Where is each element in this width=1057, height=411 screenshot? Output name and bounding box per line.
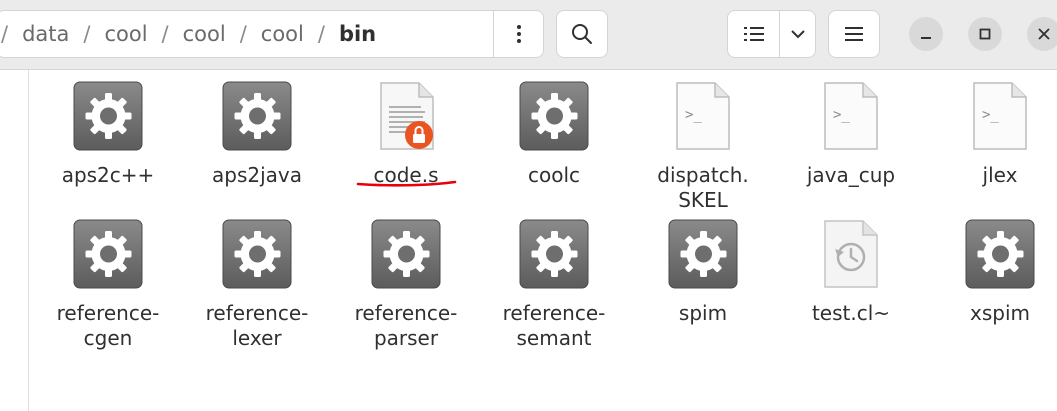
annotation-underline (356, 180, 457, 187)
file-item-java-cup[interactable]: java_cup (781, 81, 921, 188)
file-label: test.cl~ (811, 301, 891, 325)
main-menu-button[interactable] (828, 10, 880, 58)
gear-executable-icon (519, 81, 589, 151)
close-icon (1038, 28, 1050, 40)
file-item-reference-lexer[interactable]: reference- lexer (187, 219, 327, 351)
file-item-reference-semant[interactable]: reference- semant (484, 219, 624, 351)
gear-executable-icon (222, 219, 292, 289)
gear-executable-icon (73, 81, 143, 151)
gear-executable-icon (222, 81, 292, 151)
header-bar: / data / cool / cool / cool / bin (0, 0, 1057, 70)
backup-file-icon (816, 219, 886, 289)
file-item-spim[interactable]: spim (633, 219, 773, 326)
file-label: aps2c++ (61, 163, 155, 187)
file-item-xspim[interactable]: xspim (930, 219, 1057, 326)
file-item-aps2java[interactable]: aps2java (187, 81, 327, 188)
file-item-test-cl-backup[interactable]: test.cl~ (781, 219, 921, 326)
file-label: xspim (970, 301, 1030, 325)
vertical-dots-icon (516, 25, 521, 43)
maximize-button[interactable] (968, 17, 1002, 51)
file-label: dispatch. SKEL (657, 163, 749, 212)
search-button[interactable] (556, 10, 608, 58)
file-label: reference- parser (354, 301, 458, 350)
breadcrumb-cool-1[interactable]: cool (104, 22, 147, 46)
gear-executable-icon (965, 219, 1035, 289)
close-button[interactable] (1027, 17, 1057, 51)
path-separator: / (317, 22, 325, 46)
gear-executable-icon (371, 219, 441, 289)
search-icon (572, 24, 592, 44)
script-file-icon (668, 81, 738, 151)
script-file-icon (965, 81, 1035, 151)
path-options-button[interactable] (493, 11, 543, 57)
file-label: reference- cgen (56, 301, 160, 350)
path-separator: / (161, 22, 169, 46)
gear-executable-icon (668, 219, 738, 289)
maximize-icon (979, 28, 991, 40)
gear-executable-icon (519, 219, 589, 289)
file-label: aps2java (212, 163, 302, 187)
file-item-dispatch-skel[interactable]: dispatch. SKEL (633, 81, 773, 213)
breadcrumb-cool-3[interactable]: cool (261, 22, 304, 46)
file-item-jlex[interactable]: jlex (930, 81, 1057, 188)
file-label: coolc (527, 163, 581, 187)
script-file-icon (816, 81, 886, 151)
file-item-code-s[interactable]: code.s (336, 81, 476, 188)
file-item-aps2cpp[interactable]: aps2c++ (38, 81, 178, 188)
chevron-down-icon (790, 29, 805, 38)
path-separator: / (1, 22, 9, 46)
minimize-button[interactable] (909, 17, 943, 51)
path-separator: / (83, 22, 91, 46)
list-view-icon (743, 27, 764, 41)
file-label: java_cup (806, 163, 896, 187)
file-label: reference- lexer (205, 301, 309, 350)
file-label: reference- semant (502, 301, 606, 350)
minimize-icon (921, 37, 931, 39)
breadcrumb-cool-2[interactable]: cool (183, 22, 226, 46)
file-label: spim (678, 301, 728, 325)
hamburger-menu-icon (845, 27, 863, 41)
path-bar: / data / cool / cool / cool / bin (0, 10, 544, 58)
breadcrumb: / data / cool / cool / cool / bin (0, 11, 493, 57)
path-separator: / (239, 22, 247, 46)
file-item-reference-parser[interactable]: reference- parser (336, 219, 476, 351)
locked-text-file-icon (371, 81, 441, 151)
breadcrumb-data[interactable]: data (22, 22, 69, 46)
file-item-reference-cgen[interactable]: reference- cgen (38, 219, 178, 351)
view-options-button[interactable] (779, 11, 815, 57)
file-label: jlex (982, 163, 1018, 187)
view-toggle-group (727, 10, 816, 58)
gear-executable-icon (73, 219, 143, 289)
file-item-coolc[interactable]: coolc (484, 81, 624, 188)
list-view-button[interactable] (728, 11, 779, 57)
sidebar-divider (28, 70, 29, 411)
breadcrumb-bin[interactable]: bin (339, 22, 376, 46)
